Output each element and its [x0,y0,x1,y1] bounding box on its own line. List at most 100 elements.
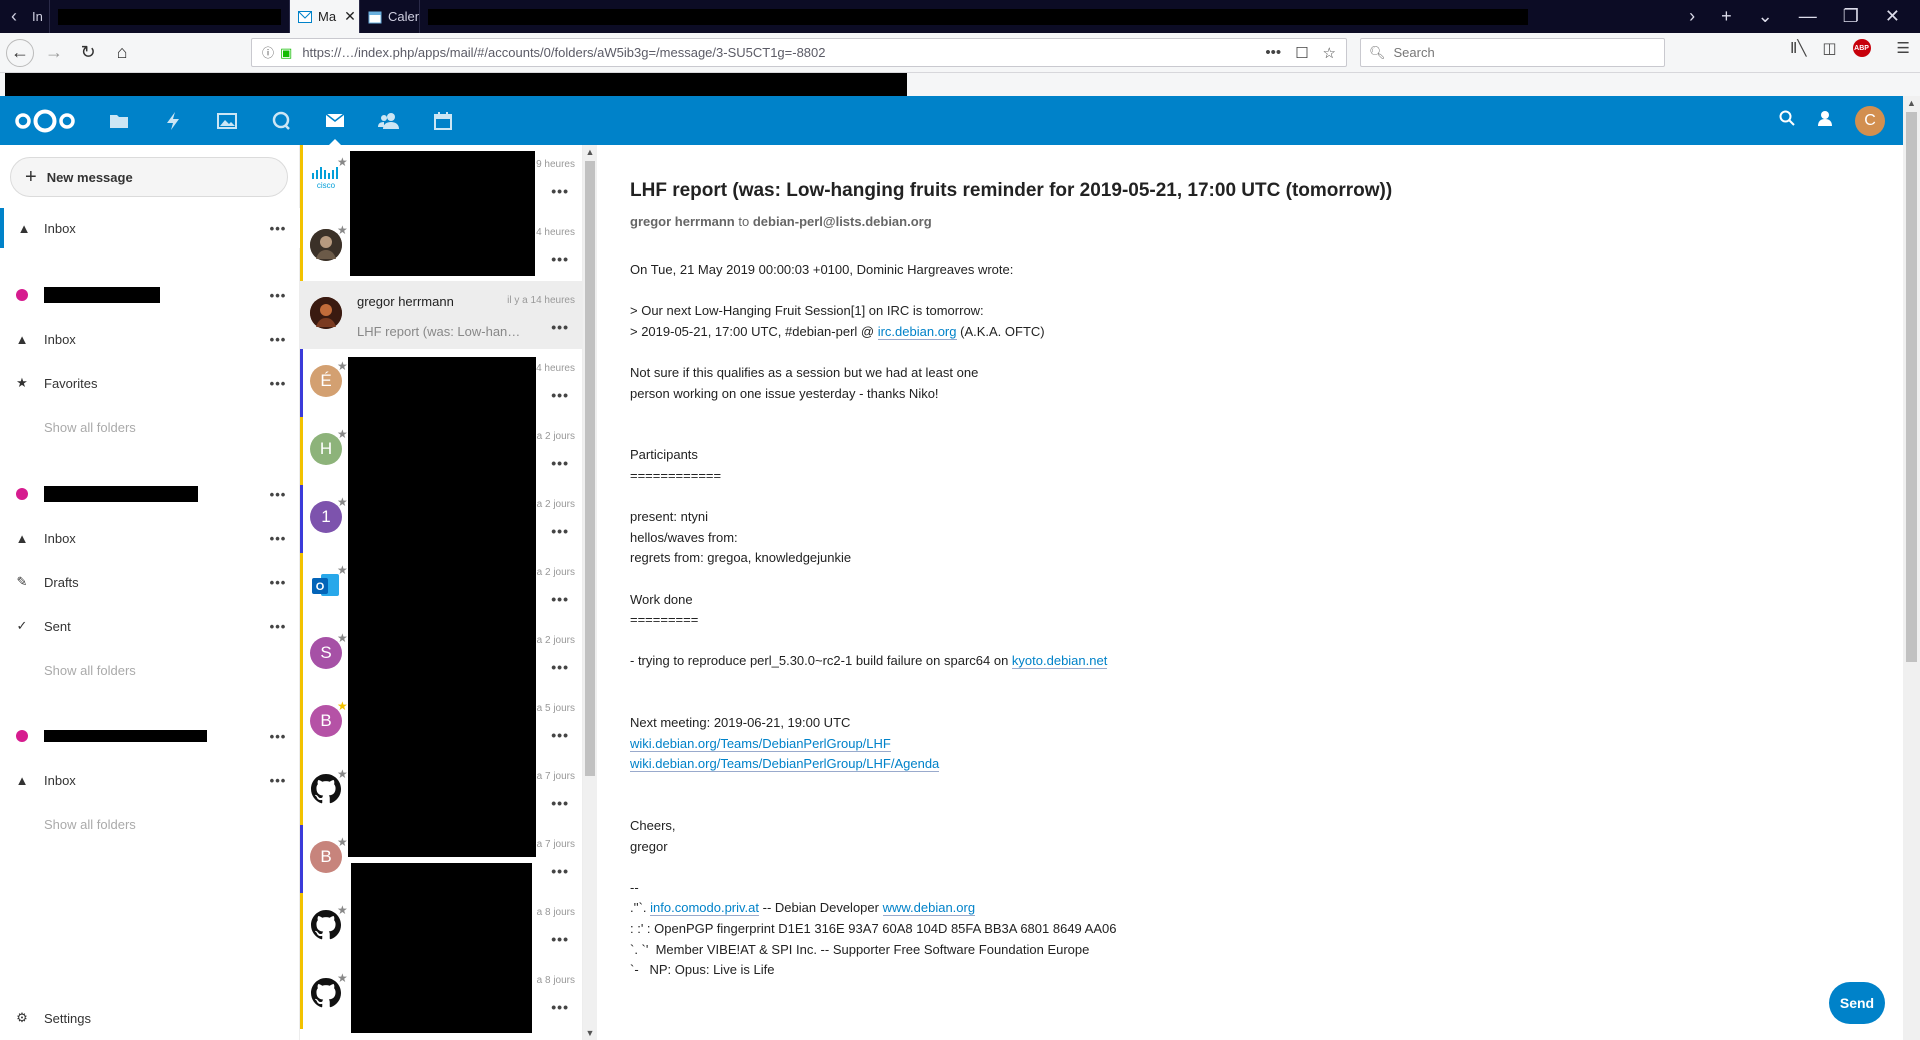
settings-button[interactable]: ⚙ Settings [0,996,300,1040]
user-avatar[interactable]: C [1855,105,1885,136]
star-icon[interactable]: ★ [337,155,348,169]
nav-account-3-drafts[interactable]: ✎ Drafts ••• [0,562,300,602]
link[interactable]: irc.debian.org [877,323,957,340]
tab-redacted[interactable] [50,0,290,33]
star-icon[interactable]: ★ [337,835,348,849]
star-filled-icon[interactable]: ★ [337,699,348,713]
calendar-app-icon[interactable] [416,96,470,145]
star-icon[interactable]: ★ [337,563,348,577]
nav-account-3-sent[interactable]: ✓ Sent ••• [0,606,300,646]
nextcloud-logo-icon[interactable] [14,108,76,134]
new-message-button[interactable]: + New message [10,157,288,197]
message-menu-icon[interactable]: ••• [551,319,569,335]
tab-group-redacted[interactable] [420,0,1540,33]
nav-account-2[interactable]: ••• [0,275,300,315]
account-menu-icon[interactable]: ••• [256,487,300,502]
nav-unified-inbox[interactable]: ▲ Inbox ••• [0,208,300,248]
link[interactable]: wiki.debian.org/Teams/DebianPerlGroup/LH… [630,756,940,773]
folder-menu-icon[interactable]: ••• [256,332,300,347]
talk-app-icon[interactable] [254,96,308,145]
url-text[interactable]: https://…/index.php/apps/mail/#/accounts… [302,45,825,60]
list-item-selected[interactable]: gregor herrmann il y a 14 heures LHF rep… [300,281,582,349]
star-icon[interactable]: ★ [337,631,348,645]
message-menu-icon[interactable]: ••• [551,591,569,607]
folder-menu-icon[interactable]: ••• [256,531,300,546]
close-window-icon[interactable]: ✕ [1885,6,1900,27]
photos-app-icon[interactable] [200,96,254,145]
scroll-up-icon[interactable]: ▲ [1903,98,1920,108]
search-input[interactable]: Search [1394,45,1435,60]
message-menu-icon[interactable]: ••• [551,251,569,267]
star-icon[interactable]: ★ [337,359,348,373]
unified-search-icon[interactable] [1779,110,1795,131]
nav-account-2-show-all[interactable]: Show all folders [0,407,300,447]
tab-mail[interactable]: Ma ✕ [290,0,360,33]
star-icon[interactable]: ★ [337,495,348,509]
new-tab-icon[interactable]: + [1721,6,1732,27]
nav-account-4-inbox[interactable]: ▲ Inbox ••• [0,760,300,800]
tab-in[interactable]: In [28,0,50,33]
star-icon[interactable]: ★ [337,971,348,985]
folder-menu-icon[interactable]: ••• [256,575,300,590]
back-icon[interactable]: ← [6,38,34,67]
mail-app-icon[interactable] [308,96,362,145]
star-icon[interactable]: ★ [337,767,348,781]
list-all-tabs-icon[interactable]: ⌄ [1758,6,1773,27]
forward-icon[interactable]: → [40,39,68,67]
nav-account-2-favorites[interactable]: ★ Favorites ••• [0,363,300,403]
nav-account-2-inbox[interactable]: ▲ Inbox ••• [0,319,300,359]
scroll-up-icon[interactable]: ▲ [583,147,597,157]
folder-menu-icon[interactable]: ••• [256,773,300,788]
restore-icon[interactable]: ❐ [1843,6,1859,27]
message-menu-icon[interactable]: ••• [551,523,569,539]
bookmark-star-icon[interactable]: ☆ [1323,44,1336,62]
library-icon[interactable]: Ⅱ╲ [1790,39,1806,57]
page-scrollbar[interactable]: ▲ [1903,96,1920,1040]
link[interactable]: info.comodo.priv.at [650,900,760,917]
adblock-icon[interactable]: ABP [1852,39,1871,57]
link[interactable]: kyoto.debian.net [1011,653,1108,670]
pocket-icon[interactable]: ☐ [1295,44,1308,62]
page-actions-icon[interactable]: ••• [1265,44,1281,62]
nav-account-4[interactable]: ••• [0,716,300,756]
folder-menu-icon[interactable]: ••• [256,376,300,391]
tab-close-icon[interactable]: ✕ [344,8,356,25]
scrollbar-thumb[interactable] [1906,112,1917,662]
minimize-icon[interactable]: — [1799,6,1817,27]
message-menu-icon[interactable]: ••• [551,387,569,403]
star-icon[interactable]: ★ [337,427,348,441]
message-menu-icon[interactable]: ••• [551,999,569,1015]
home-icon[interactable]: ⌂ [108,39,136,67]
tab-calendar[interactable]: Calen [360,0,420,33]
folder-menu-icon[interactable]: ••• [256,221,300,236]
star-icon[interactable]: ★ [337,903,348,917]
contacts-menu-icon[interactable] [1817,110,1833,131]
info-icon[interactable]: ⓘ [262,44,274,61]
sidebar-icon[interactable]: ◫ [1822,39,1836,57]
reload-icon[interactable]: ↻ [74,39,102,67]
tab-scroll-left-icon[interactable]: ‹ [0,0,28,33]
menu-hamburger-icon[interactable]: ☰ [1897,39,1910,57]
nav-account-3-inbox[interactable]: ▲ Inbox ••• [0,518,300,558]
nav-account-3[interactable]: ••• [0,474,300,514]
sender-name[interactable]: gregor herrmann [630,214,735,229]
account-menu-icon[interactable]: ••• [256,729,300,744]
files-app-icon[interactable] [92,96,146,145]
message-menu-icon[interactable]: ••• [551,727,569,743]
contacts-app-icon[interactable] [362,96,416,145]
message-menu-icon[interactable]: ••• [551,795,569,811]
message-menu-icon[interactable]: ••• [551,931,569,947]
message-menu-icon[interactable]: ••• [551,455,569,471]
recipient-address[interactable]: debian-perl@lists.debian.org [753,214,932,229]
star-icon[interactable]: ★ [337,223,348,237]
link[interactable]: wiki.debian.org/Teams/DebianPerlGroup/LH… [630,735,891,752]
nav-account-4-show-all[interactable]: Show all folders [0,804,300,844]
scroll-down-icon[interactable]: ▼ [583,1028,597,1038]
activity-app-icon[interactable] [146,96,200,145]
message-menu-icon[interactable]: ••• [551,183,569,199]
message-menu-icon[interactable]: ••• [551,659,569,675]
account-menu-icon[interactable]: ••• [256,288,300,303]
url-bar[interactable]: ⓘ ▣ https://…/index.php/apps/mail/#/acco… [251,38,1347,67]
link[interactable]: www.debian.org [882,900,976,917]
search-bar[interactable]: 🔍︎ Search [1360,38,1665,67]
